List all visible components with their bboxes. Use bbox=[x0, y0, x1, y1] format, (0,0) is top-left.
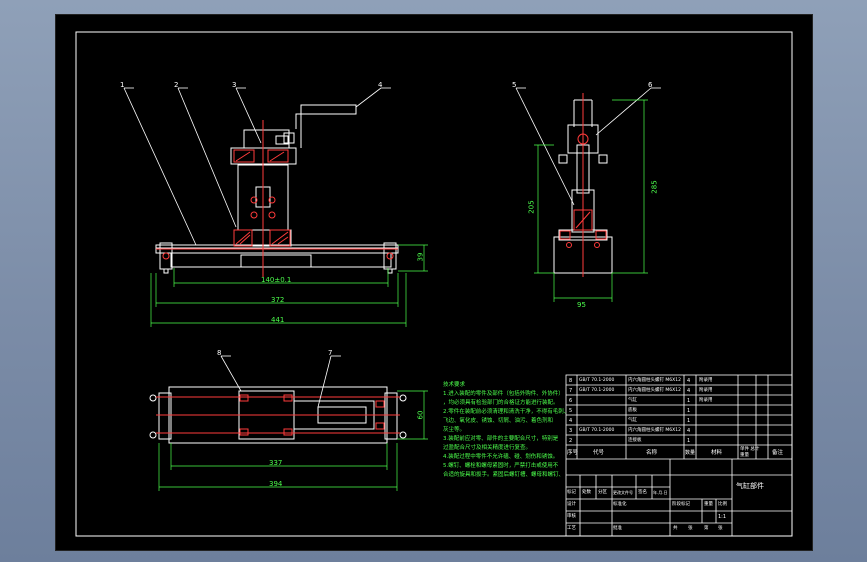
drawing-frame bbox=[75, 31, 793, 537]
bom-table bbox=[565, 374, 793, 537]
front-view bbox=[155, 104, 399, 274]
cad-drawing-area[interactable]: 1 2 3 4 5 6 8 7 140±0.1 372 441 39 95 20… bbox=[55, 14, 813, 551]
cad-drawing bbox=[75, 31, 793, 537]
